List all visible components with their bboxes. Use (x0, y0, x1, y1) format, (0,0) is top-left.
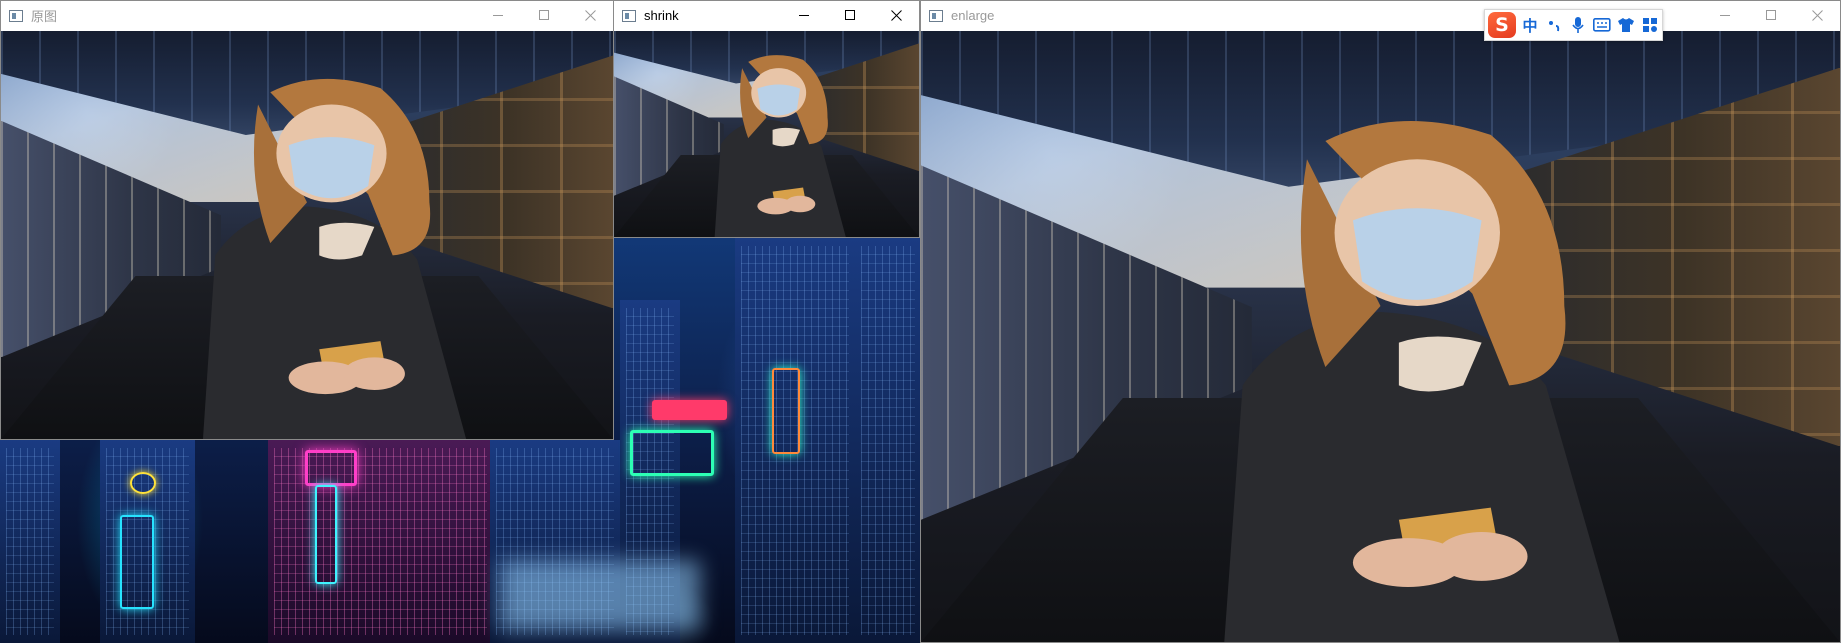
image-viewport (614, 31, 919, 237)
toolbox-icon[interactable] (1640, 13, 1660, 37)
wallpaper-glow (500, 560, 700, 630)
neon-sign (772, 368, 800, 454)
maximize-button[interactable] (827, 1, 873, 30)
neon-sign (130, 472, 156, 494)
ime-logo[interactable]: S (1488, 12, 1516, 38)
maximize-button[interactable] (521, 1, 567, 30)
close-button[interactable] (567, 1, 613, 30)
window-enlarge[interactable]: enlarge (920, 0, 1841, 643)
neon-sign (630, 430, 714, 476)
person-figure (1224, 120, 1620, 642)
maximize-icon (1765, 10, 1776, 20)
image-viewport (1, 31, 613, 439)
neon-sign (120, 515, 154, 609)
close-icon (890, 10, 902, 21)
minimize-button[interactable] (781, 1, 827, 30)
titlebar[interactable]: 原图 (1, 1, 613, 30)
skin-icon[interactable] (1616, 13, 1636, 37)
window-title: shrink (644, 8, 679, 23)
titlebar[interactable]: enlarge (921, 1, 1840, 30)
maximize-icon (844, 10, 855, 20)
maximize-icon (538, 10, 549, 20)
window-original[interactable]: 原图 (0, 0, 614, 440)
punctuation-icon[interactable] (1544, 13, 1564, 37)
close-icon (584, 10, 596, 21)
photo-woman-with-mask (614, 31, 919, 237)
minimize-icon (798, 15, 809, 16)
ime-toolbar[interactable]: S 中 (1484, 9, 1663, 41)
neon-sign (315, 485, 337, 584)
ime-mode-toggle[interactable]: 中 (1520, 13, 1540, 37)
minimize-icon (1719, 15, 1730, 16)
window-shrink[interactable]: shrink (613, 0, 920, 238)
titlebar[interactable]: shrink (614, 1, 919, 30)
wallpaper-building (268, 440, 493, 643)
close-button[interactable] (1794, 1, 1840, 30)
minimize-button[interactable] (1702, 1, 1748, 30)
app-icon (9, 9, 23, 22)
close-icon (1811, 10, 1823, 21)
app-icon (929, 9, 943, 22)
keyboard-icon[interactable] (1592, 13, 1612, 37)
maximize-button[interactable] (1748, 1, 1794, 30)
microphone-icon[interactable] (1568, 13, 1588, 37)
photo-woman-with-mask (921, 31, 1840, 642)
app-icon (622, 9, 636, 22)
minimize-button[interactable] (475, 1, 521, 30)
person-figure (202, 78, 467, 439)
image-viewport (921, 31, 1840, 642)
minimize-icon (492, 15, 503, 16)
neon-sign (652, 400, 727, 420)
close-button[interactable] (873, 1, 919, 30)
wallpaper-building (0, 440, 60, 643)
person-figure (714, 55, 846, 237)
neon-sign (305, 450, 357, 486)
window-title: 原图 (31, 9, 58, 24)
wallpaper-building (855, 238, 921, 643)
photo-woman-with-mask (1, 31, 613, 439)
window-title: enlarge (951, 8, 995, 23)
